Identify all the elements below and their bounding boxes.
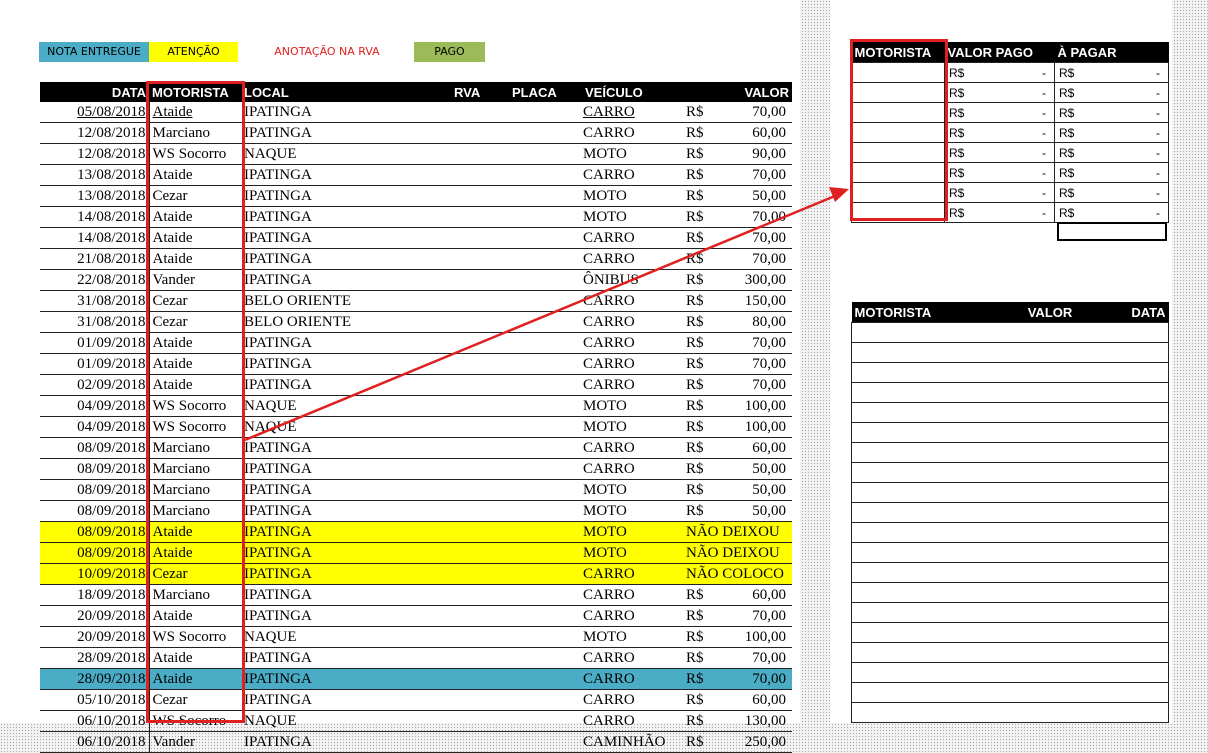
arrow-head-icon [829, 187, 849, 202]
annotation-arrow [244, 187, 849, 442]
cell-veiculo[interactable]: CAMINHÃO [583, 731, 686, 753]
cell-local[interactable]: IPATINGA [242, 731, 452, 753]
cell-valor[interactable]: 250,00 [714, 731, 792, 753]
cell-rva[interactable] [452, 731, 510, 753]
cell-motorista[interactable]: Vander [148, 731, 242, 753]
cell-currency[interactable]: R$ [686, 731, 714, 753]
cell-data[interactable]: 06/10/2018 [40, 731, 149, 753]
arrow-line [244, 194, 836, 442]
cell-placa[interactable] [510, 731, 583, 753]
table-row[interactable]: 06/10/2018 Vander IPATINGA CAMINHÃO R$ 250,00 [40, 731, 792, 753]
